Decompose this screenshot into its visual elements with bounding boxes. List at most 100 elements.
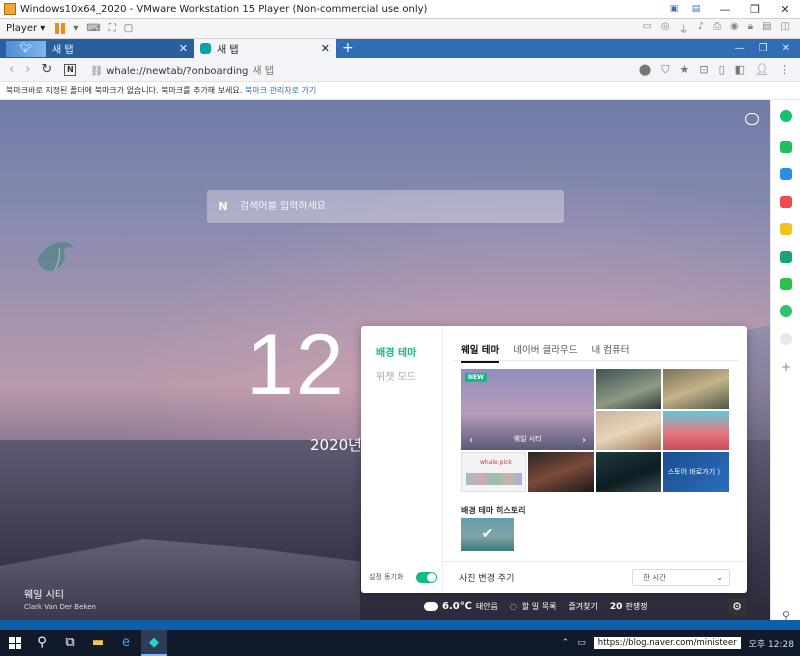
lock-icon[interactable]: 🔒︎ [748,21,753,36]
theme-thumb-whale-city[interactable]: NEW ‹ 웨일 시티 › [461,369,594,450]
theme-thumbnail-grid: NEW ‹ 웨일 시티 › whale pick 스토어 바로가기 〉 [461,369,729,495]
hdd-icon[interactable]: ▭ [642,21,651,36]
sidebar-add-icon[interactable]: + [780,361,792,373]
theme-thumb-forest[interactable] [596,452,661,492]
new-badge: NEW [465,373,487,382]
usb-icon[interactable]: ⏚ [679,21,689,36]
board-label[interactable]: 판쟁쟁 [625,601,647,612]
theme-thumb-cave[interactable] [596,369,661,409]
chat-bubble-icon[interactable] [745,113,759,125]
favorites-widget[interactable]: 즐겨찾기 [568,601,597,612]
url-field[interactable]: ⛓︎ whale://newtab/?onboarding 새 탭 [90,62,274,77]
location-pin-icon[interactable]: ⬤ [639,63,651,77]
network-icon[interactable]: ▣ [668,3,680,15]
sidebar-star-icon[interactable] [780,223,792,235]
theme-thumb-food[interactable] [528,452,594,492]
pause-icon[interactable] [55,23,66,34]
search-icon[interactable]: ⚲ [29,630,55,656]
theme-thumb-pink-house[interactable] [663,411,729,450]
next-arrow-icon[interactable]: › [582,435,586,446]
weather-cloud-icon [424,602,438,611]
unity-icon[interactable]: ▢ [124,23,133,34]
reload-icon[interactable]: ↻ [41,62,52,77]
weather-temperature[interactable]: 6.0℃ [442,601,472,612]
theme-thumb-interior[interactable] [596,411,661,450]
player-menu[interactable]: Player ▾ [6,23,45,34]
theme-thumb-tent[interactable] [663,369,729,409]
network-tray-icon[interactable]: ▭ [577,638,586,648]
history-thumb[interactable]: ✔ [461,518,514,551]
capture-icon[interactable]: ⊡ [699,63,708,77]
tab-1[interactable]: 🐦︎ 새 탭 ✕ [0,39,194,58]
change-period-select[interactable]: 한 시간 ⌄ [632,569,730,586]
gear-icon[interactable]: ⚙ [728,598,746,615]
theme-thumb-whale-pick[interactable]: whale pick [461,452,526,492]
sidebar-translate-icon[interactable] [780,251,792,263]
device-icon[interactable]: ▤ [690,3,702,15]
close-button[interactable]: ✕ [770,3,800,16]
sidebar-play-icon[interactable] [780,305,792,317]
dropdown-chevron-icon[interactable]: ▾ [73,23,78,34]
sidebar-bell-icon[interactable] [780,141,792,153]
tab-2-close-icon[interactable]: ✕ [321,42,330,55]
sound-icon[interactable]: ♪ [698,21,704,36]
send-ctrl-alt-del-icon[interactable]: ⌨ [86,23,100,34]
search-input[interactable] [240,201,540,212]
whale-icon [200,43,211,54]
tab-2-active[interactable]: 새 탭 ✕ [194,39,336,58]
back-arrow-icon[interactable]: ‹ [9,62,14,77]
whale-taskbar-icon[interactable]: ◆ [141,630,167,656]
tab-1-close-icon[interactable]: ✕ [179,42,188,55]
widget-bar: 6.0℃ 태안읍 ◌ 할 일 목록 즐겨찾기 20 판쟁쟁 [424,598,754,615]
tray-chevron-icon[interactable]: ⌃ [562,638,570,648]
edge-icon[interactable]: e [113,630,139,656]
vmware-titlebar: Windows10x64_2020 - VMware Workstation 1… [0,0,800,19]
newtab-search-box[interactable]: N [207,190,564,223]
sidebar-red-icon[interactable] [780,196,792,208]
wallpaper-credit: Clark Van Der Beken [24,603,96,611]
maximize-button[interactable]: ❐ [740,3,770,16]
new-tab-plus-icon[interactable]: + [342,39,354,58]
message-icon[interactable]: ▤ [762,21,771,36]
sidebar-chat-icon[interactable] [780,278,792,290]
sidebar-mail-icon[interactable] [780,168,792,180]
vmware-logo-icon [4,3,16,15]
more-menu-icon[interactable]: ⋮ [779,63,790,77]
sidebar-toggle-icon[interactable]: ◧ [735,63,745,77]
camera-icon[interactable]: ◉ [730,21,739,36]
task-view-icon[interactable]: ⧉ [57,630,83,656]
fullscreen-icon[interactable]: ⛶ [109,23,116,34]
taskbar-clock[interactable]: 오후 12:28 [749,637,794,650]
browser-minimize-icon[interactable]: — [735,39,745,58]
store-shortcut-tile[interactable]: 스토어 바로가기 〉 [663,452,729,492]
forward-arrow-icon[interactable]: › [25,62,30,77]
nav-background-theme[interactable]: 배경 테마 [376,344,416,359]
cd-icon[interactable]: ◎ [661,21,670,36]
file-explorer-icon[interactable]: ▬ [85,630,111,656]
shield-icon[interactable]: ⛉ [661,63,669,77]
minimize-button[interactable]: — [710,3,740,16]
sidebar-settings-icon[interactable]: ⚲ [780,610,792,622]
change-period-label: 사진 변경 주기 [459,574,515,584]
todo-widget[interactable]: 할 일 목록 [522,601,557,612]
panel-left-nav: 배경 테마 위젯 모드 설정 동기화 [361,326,443,593]
browser-close-icon[interactable]: ✕ [782,39,790,58]
star-icon[interactable]: ★ [679,63,689,77]
url-page-title: 새 탭 [252,66,275,77]
url-text: whale://newtab/?onboarding [106,66,249,77]
whale-pick-label: whale pick [480,459,512,466]
browser-restore-icon[interactable]: ❐ [759,39,768,58]
twitter-bird-icon: 🐦︎ [6,40,46,57]
sidebar-green-icon[interactable] [780,110,792,122]
printer-icon[interactable]: ⎙ [713,21,721,36]
reader-icon[interactable]: ▯ [719,63,725,77]
sidebar-face-icon[interactable] [780,333,792,345]
window-title: Windows10x64_2020 - VMware Workstation 1… [20,3,428,15]
profile-icon[interactable]: 👤︎ [755,63,769,77]
nav-widget-mode[interactable]: 위젯 모드 [376,368,416,383]
sync-toggle[interactable] [416,572,437,583]
naver-n-icon[interactable]: N [64,63,77,76]
vm-settings-icon[interactable]: ◫ [781,21,790,36]
windows-start-icon[interactable] [9,637,21,649]
bookmark-manager-link[interactable]: 북마크 관리자로 가기 [245,86,316,95]
